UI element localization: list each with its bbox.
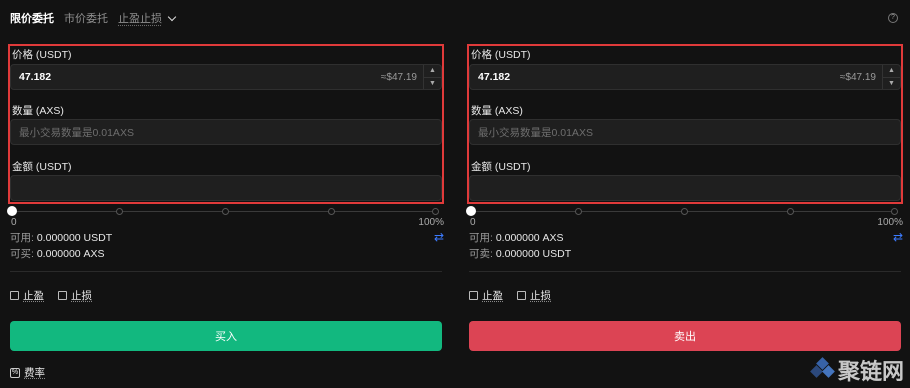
price-approx: ≈$47.19 <box>380 71 417 83</box>
amount-input[interactable]: 最小交易数量是0.01AXS <box>469 119 901 145</box>
price-stepper[interactable]: ▲ ▼ <box>423 65 441 89</box>
slider-min-label: 0 <box>11 217 17 228</box>
sell-button[interactable]: 卖出 <box>469 321 901 351</box>
tp-sl-options: 止盈 止损 <box>469 288 551 303</box>
slider-mark-25[interactable] <box>575 208 582 215</box>
order-type-tabs: 限价委托 市价委托 止盈止损 <box>10 10 177 26</box>
fee-icon: % <box>10 367 20 378</box>
increment-icon[interactable]: ▲ <box>883 65 900 78</box>
price-value: 47.182 <box>478 71 511 83</box>
checkbox-icon <box>10 291 19 300</box>
divider <box>10 271 442 272</box>
tab-stop-order-label: 止盈止损 <box>118 13 162 25</box>
divider <box>469 271 901 272</box>
slider-mark-100[interactable] <box>891 208 898 215</box>
checkbox-icon <box>469 291 478 300</box>
take-profit-checkbox[interactable]: 止盈 <box>469 288 503 303</box>
price-stepper[interactable]: ▲ ▼ <box>882 65 900 89</box>
amount-label: 数量 (AXS) <box>12 105 64 117</box>
slider-mark-25[interactable] <box>116 208 123 215</box>
available-balance: 可用: 0.000000 USDT <box>10 230 112 245</box>
price-approx: ≈$47.19 <box>839 71 876 83</box>
chevron-down-icon <box>167 12 177 21</box>
decrement-icon[interactable]: ▼ <box>424 78 441 90</box>
checkbox-icon <box>58 291 67 300</box>
amount-slider[interactable] <box>7 206 439 217</box>
total-input[interactable] <box>10 175 442 201</box>
take-profit-checkbox[interactable]: 止盈 <box>10 288 44 303</box>
slider-mark-75[interactable] <box>328 208 335 215</box>
stop-loss-label: 止损 <box>530 290 551 302</box>
amount-input[interactable]: 最小交易数量是0.01AXS <box>10 119 442 145</box>
watermark-logo: 聚链网 <box>810 354 904 386</box>
swap-icon[interactable]: ⇄ <box>893 230 903 244</box>
stop-loss-checkbox[interactable]: 止损 <box>517 288 551 303</box>
tab-stop-order[interactable]: 止盈止损 <box>118 10 177 26</box>
take-profit-label: 止盈 <box>23 290 44 302</box>
slider-mark-50[interactable] <box>681 208 688 215</box>
total-label: 金额 (USDT) <box>12 161 72 173</box>
slider-min-label: 0 <box>470 217 476 228</box>
slider-max-label: 100% <box>877 217 903 228</box>
max-sell-label: 可卖: <box>469 248 493 260</box>
max-buy-label: 可买: <box>10 248 34 260</box>
increment-icon[interactable]: ▲ <box>424 65 441 78</box>
tab-market-order[interactable]: 市价委托 <box>64 10 108 26</box>
price-input[interactable]: 47.182 ≈$47.19 ▲ ▼ <box>10 64 442 90</box>
buy-button[interactable]: 买入 <box>10 321 442 351</box>
price-label: 价格 (USDT) <box>471 49 531 61</box>
swap-icon[interactable]: ⇄ <box>434 230 444 244</box>
available-value: 0.000000 USDT <box>36 232 113 244</box>
fee-rate-link[interactable]: % 费率 <box>10 365 45 380</box>
tab-limit-order[interactable]: 限价委托 <box>10 10 54 26</box>
max-sell-value: 0.000000 USDT <box>495 248 572 260</box>
watermark-icon <box>810 357 835 381</box>
tp-sl-options: 止盈 止损 <box>10 288 92 303</box>
total-input[interactable] <box>469 175 901 201</box>
amount-slider[interactable] <box>466 206 898 217</box>
price-label: 价格 (USDT) <box>12 49 72 61</box>
slider-handle[interactable] <box>466 206 476 216</box>
watermark-text: 聚链网 <box>837 359 904 385</box>
slider-max-label: 100% <box>418 217 444 228</box>
stop-loss-label: 止损 <box>71 290 92 302</box>
slider-mark-75[interactable] <box>787 208 794 215</box>
slider-mark-100[interactable] <box>432 208 439 215</box>
amount-placeholder: 最小交易数量是0.01AXS <box>19 126 134 139</box>
checkbox-icon <box>517 291 526 300</box>
amount-placeholder: 最小交易数量是0.01AXS <box>478 126 593 139</box>
available-label: 可用: <box>10 232 34 244</box>
fee-label: 费率 <box>24 367 45 379</box>
decrement-icon[interactable]: ▼ <box>883 78 900 90</box>
stop-loss-checkbox[interactable]: 止损 <box>58 288 92 303</box>
max-buy: 可买: 0.000000 AXS <box>10 246 105 261</box>
price-value: 47.182 <box>19 71 52 83</box>
available-label: 可用: <box>469 232 493 244</box>
price-input[interactable]: 47.182 ≈$47.19 ▲ ▼ <box>469 64 901 90</box>
help-icon[interactable]: ? <box>888 13 898 23</box>
slider-mark-50[interactable] <box>222 208 229 215</box>
available-value: 0.000000 AXS <box>495 232 564 244</box>
total-label: 金额 (USDT) <box>471 161 531 173</box>
slider-handle[interactable] <box>7 206 17 216</box>
max-sell: 可卖: 0.000000 USDT <box>469 246 571 261</box>
amount-label: 数量 (AXS) <box>471 105 523 117</box>
take-profit-label: 止盈 <box>482 290 503 302</box>
max-buy-value: 0.000000 AXS <box>36 248 105 260</box>
available-balance: 可用: 0.000000 AXS <box>469 230 564 245</box>
